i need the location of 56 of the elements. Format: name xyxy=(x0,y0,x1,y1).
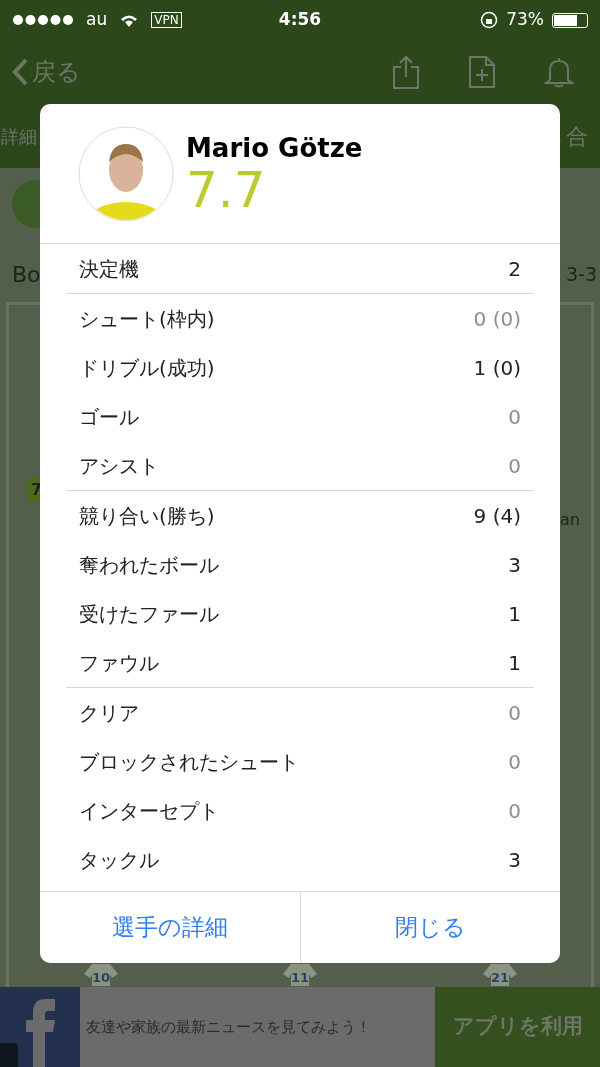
dialog-button[interactable]: 閉じる xyxy=(300,892,560,963)
back-button[interactable]: 戻る xyxy=(12,54,81,90)
carrier-name: au xyxy=(86,8,108,32)
stat-label: タックル xyxy=(79,846,159,874)
add-document-icon[interactable] xyxy=(468,55,496,89)
stat-value: 0 xyxy=(508,797,521,825)
stat-value: 0 xyxy=(508,699,521,727)
jersey-icon xyxy=(483,964,517,986)
stat-label: ゴール xyxy=(79,403,139,431)
stat-value: 0 (0) xyxy=(473,305,521,333)
rotation-lock-icon xyxy=(480,11,499,29)
player-name: Mario Götze xyxy=(186,132,363,165)
stat-label: クリア xyxy=(79,699,139,727)
stat-value: 0 xyxy=(508,748,521,776)
stat-value: 3 xyxy=(508,551,521,579)
stat-label: ファウル xyxy=(79,649,159,677)
jersey-number: 10 xyxy=(91,969,111,987)
stat-label: ドリブル(成功) xyxy=(79,354,215,382)
jersey-icon xyxy=(84,964,118,986)
tab[interactable]: 詳細 xyxy=(1,122,37,150)
stat-value: 9 (4) xyxy=(473,502,521,530)
stat-value: 0 xyxy=(508,403,521,431)
chevron-left-icon xyxy=(12,58,28,86)
battery-icon xyxy=(552,12,588,28)
stat-value: 3 xyxy=(508,846,521,874)
dialog-button[interactable]: 選手の詳細 xyxy=(40,892,301,963)
stat-label: インターセプト xyxy=(79,797,219,825)
share-icon[interactable] xyxy=(392,55,420,89)
battery-percent: 73% xyxy=(506,8,544,32)
team-name: Bo xyxy=(12,261,41,289)
use-app-button[interactable]: アプリを利用 xyxy=(435,987,600,1067)
stat-label: 受けたファール xyxy=(79,600,219,628)
stat-value: 1 xyxy=(508,649,521,677)
jersey-number: 21 xyxy=(490,969,510,987)
ad-text: 友達や家族の最新ニュースを見てみよう！ xyxy=(86,1016,372,1038)
stat-value: 1 xyxy=(508,600,521,628)
stat-label: シュート(枠内) xyxy=(79,305,215,333)
stat-value: 2 xyxy=(508,255,521,283)
jersey-icon xyxy=(283,964,317,986)
tab[interactable]: 合 xyxy=(566,119,588,153)
stat-label: 奪われたボール xyxy=(79,551,219,579)
stat-label: 競り合い(勝ち) xyxy=(79,502,215,530)
stat-label: アシスト xyxy=(79,452,159,480)
stat-label: ブロックされたシュート xyxy=(79,748,299,776)
stat-value: 0 xyxy=(508,452,521,480)
player-rating: 7.7 xyxy=(186,164,267,215)
jersey-number: 11 xyxy=(290,969,310,987)
vpn-label: VPN xyxy=(151,12,182,28)
stat-value: 1 (0) xyxy=(473,354,521,382)
formation-label: 3-3 xyxy=(565,262,597,287)
signal-icon xyxy=(12,14,74,26)
clock-time: 4:56 xyxy=(278,8,322,32)
stat-label: 決定機 xyxy=(79,255,139,283)
player-name-fragment: an xyxy=(560,509,580,531)
bell-icon[interactable] xyxy=(544,56,574,88)
wifi-icon xyxy=(119,13,140,27)
